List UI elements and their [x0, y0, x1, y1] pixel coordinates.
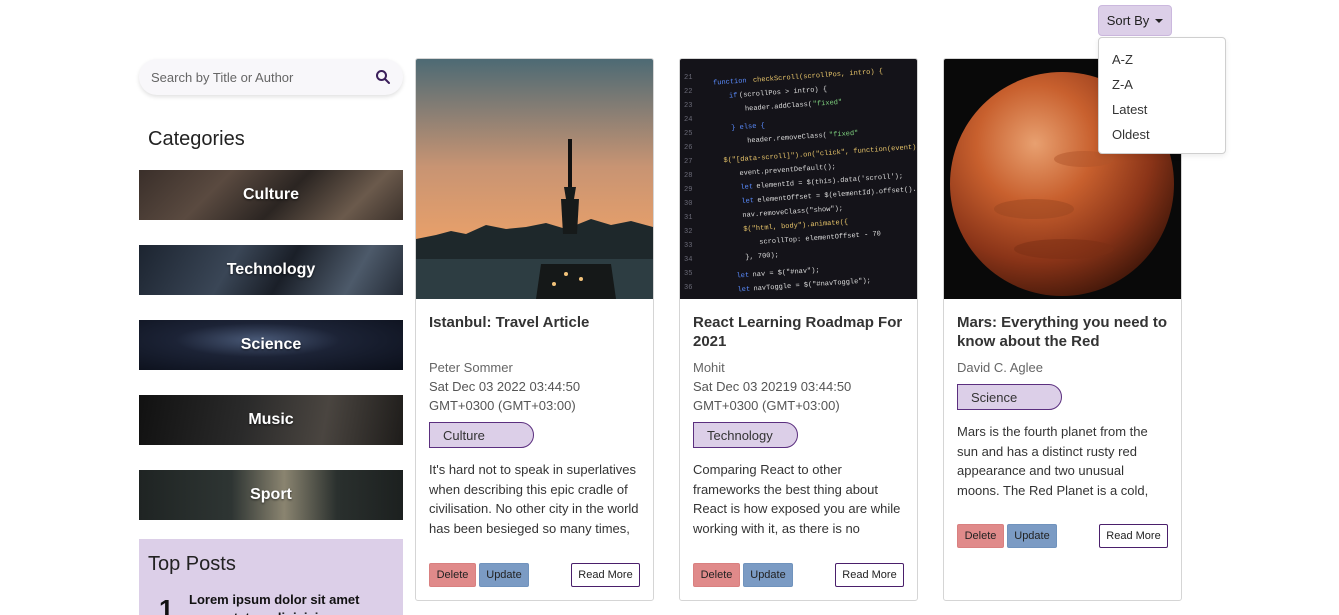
post-image	[416, 59, 653, 299]
svg-text:27: 27	[684, 158, 692, 166]
svg-text:23: 23	[684, 102, 692, 110]
category-label: Technology	[226, 261, 316, 278]
post-author: David C. Aglee	[957, 360, 1043, 375]
category-music[interactable]: Music	[139, 395, 403, 445]
category-badge[interactable]: Culture	[429, 422, 534, 448]
post-title: Mars: Everything you need to know about …	[957, 314, 1168, 350]
read-more-button[interactable]: Read More	[571, 563, 640, 587]
category-label: Music	[248, 411, 294, 428]
post-excerpt: Comparing React to other frameworks the …	[693, 462, 901, 536]
post-card: Istanbul: Travel Article Peter Sommer Sa…	[415, 58, 654, 601]
post-author: Mohit	[693, 360, 725, 375]
delete-button[interactable]: Delete	[429, 563, 476, 587]
post-date: Sat Dec 03 20219 03:44:50 GMT+0300 (GMT+…	[693, 379, 852, 413]
update-button[interactable]: Update	[1007, 524, 1057, 548]
svg-text:34: 34	[684, 256, 692, 264]
svg-text:let: let	[740, 183, 753, 192]
svg-text:if: if	[729, 92, 738, 101]
post-title: Istanbul: Travel Article	[429, 314, 590, 331]
update-button[interactable]: Update	[479, 563, 529, 587]
svg-text:28: 28	[684, 172, 692, 180]
svg-text:26: 26	[684, 144, 692, 152]
svg-text:30: 30	[684, 200, 692, 208]
top-post-rank: 1	[159, 594, 174, 615]
category-label: Science	[240, 336, 302, 353]
svg-text:33: 33	[684, 242, 692, 250]
search-bar	[139, 59, 403, 95]
category-culture[interactable]: Culture	[139, 170, 403, 220]
sort-by-button[interactable]: Sort By	[1098, 5, 1172, 36]
caret-down-icon	[1155, 19, 1164, 23]
category-badge[interactable]: Technology	[693, 422, 798, 448]
categories-heading: Categories	[148, 128, 245, 150]
svg-text:25: 25	[684, 130, 692, 138]
svg-text:24: 24	[684, 116, 692, 124]
top-posts-heading: Top Posts	[148, 553, 236, 575]
delete-button[interactable]: Delete	[957, 524, 1004, 548]
svg-text:21: 21	[684, 74, 692, 82]
sort-by-label: Sort By	[1106, 13, 1150, 28]
update-button[interactable]: Update	[743, 563, 793, 587]
post-image: 21 22 23 24 25 26 27 28 29 30 31 32 33 34 35 36 fu…	[680, 59, 917, 299]
sort-dropdown-menu: A-Z Z-A Latest Oldest	[1098, 37, 1226, 154]
read-more-button[interactable]: Read More	[835, 563, 904, 587]
svg-text:32: 32	[684, 228, 692, 236]
post-title: React Learning Roadmap For 2021	[693, 314, 903, 350]
post-date: Sat Dec 03 2022 03:44:50 GMT+0300 (GMT+0…	[429, 379, 581, 413]
category-label: Culture	[243, 186, 299, 203]
category-label: Sport	[250, 486, 292, 503]
search-input[interactable]	[151, 69, 375, 85]
read-more-button[interactable]: Read More	[1099, 524, 1168, 548]
post-author: Peter Sommer	[429, 360, 513, 375]
search-icon[interactable]	[375, 69, 391, 85]
post-excerpt: Mars is the fourth planet from the sun a…	[957, 424, 1149, 498]
post-card: 21 22 23 24 25 26 27 28 29 30 31 32 33 34 35 36 fu…	[679, 58, 918, 601]
svg-text:31: 31	[684, 214, 692, 222]
svg-text:29: 29	[684, 186, 692, 194]
svg-text:let: let	[736, 272, 749, 281]
category-technology[interactable]: Technology	[139, 245, 403, 295]
category-science[interactable]: Science	[139, 320, 403, 370]
svg-text:36: 36	[684, 284, 692, 292]
svg-text:let: let	[741, 197, 754, 206]
svg-text:35: 35	[684, 270, 692, 278]
delete-button[interactable]: Delete	[693, 563, 740, 587]
top-post-title[interactable]: Lorem ipsum dolor sit amet consectetur a…	[189, 591, 389, 615]
sort-option-latest[interactable]: Latest	[1099, 97, 1225, 122]
category-sport[interactable]: Sport	[139, 470, 403, 520]
category-badge[interactable]: Science	[957, 384, 1062, 410]
svg-text:22: 22	[684, 88, 692, 96]
svg-text:let: let	[737, 286, 750, 295]
post-excerpt: It's hard not to speak in superlatives w…	[429, 462, 639, 536]
top-posts-panel: Top Posts 1 Lorem ipsum dolor sit amet c…	[139, 539, 403, 615]
sort-option-a-z[interactable]: A-Z	[1099, 47, 1225, 72]
sort-option-oldest[interactable]: Oldest	[1099, 122, 1225, 147]
sort-option-z-a[interactable]: Z-A	[1099, 72, 1225, 97]
